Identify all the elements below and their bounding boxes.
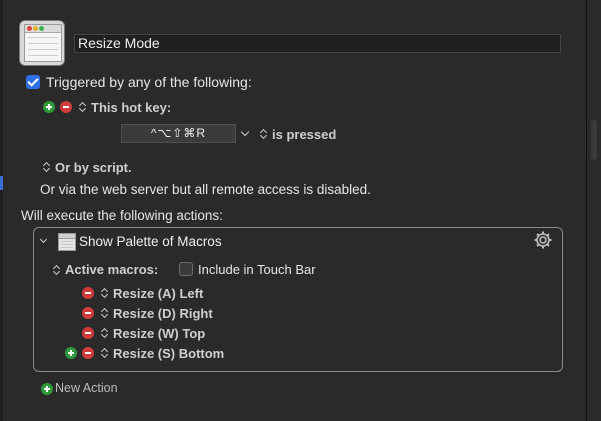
hotkey-chevron-down-icon[interactable] bbox=[241, 129, 249, 137]
action-title: Show Palette of Macros bbox=[79, 234, 222, 249]
macro-updown-icon[interactable] bbox=[101, 327, 109, 339]
new-action-button[interactable]: New Action bbox=[55, 381, 118, 395]
scrollbar-track[interactable] bbox=[586, 0, 601, 421]
webserver-note: Or via the web server but all remote acc… bbox=[40, 182, 371, 197]
triggered-checkbox[interactable] bbox=[26, 75, 40, 89]
active-macros-label[interactable]: Active macros: bbox=[65, 262, 158, 277]
macro-item[interactable]: Resize (A) Left bbox=[113, 286, 203, 301]
macro-updown-icon[interactable] bbox=[101, 347, 109, 359]
macro-icon[interactable] bbox=[19, 20, 65, 66]
touchbar-label: Include in Touch Bar bbox=[198, 262, 316, 277]
window-icon bbox=[24, 24, 62, 62]
triggered-label: Triggered by any of the following: bbox=[46, 74, 252, 90]
script-trigger-label[interactable]: Or by script. bbox=[55, 160, 132, 175]
add-trigger-plus-icon[interactable] bbox=[43, 101, 55, 113]
new-action-plus-icon[interactable] bbox=[41, 383, 53, 395]
selection-indicator bbox=[0, 176, 3, 190]
scrollbar-thumb[interactable] bbox=[591, 120, 597, 160]
hotkey-condition-label[interactable]: is pressed bbox=[272, 127, 336, 142]
gear-icon[interactable] bbox=[534, 231, 552, 249]
touchbar-checkbox[interactable] bbox=[179, 262, 193, 276]
palette-icon bbox=[58, 233, 76, 251]
macro-item[interactable]: Resize (W) Top bbox=[113, 326, 205, 341]
macro-name-field[interactable]: Resize Mode bbox=[74, 34, 561, 53]
script-trigger-updown-icon[interactable] bbox=[43, 161, 51, 173]
left-edge-strip bbox=[0, 0, 3, 421]
hotkey-trigger-label[interactable]: This hot key: bbox=[91, 100, 171, 115]
add-macro-plus-icon[interactable] bbox=[65, 347, 77, 359]
collapse-chevron-down-icon[interactable] bbox=[41, 237, 49, 245]
macro-item[interactable]: Resize (D) Right bbox=[113, 306, 213, 321]
macro-item[interactable]: Resize (S) Bottom bbox=[113, 346, 224, 361]
remove-macro-minus-icon[interactable] bbox=[82, 327, 94, 339]
macro-updown-icon[interactable] bbox=[101, 307, 109, 319]
macro-updown-icon[interactable] bbox=[101, 287, 109, 299]
remove-macro-minus-icon[interactable] bbox=[82, 347, 94, 359]
remove-macro-minus-icon[interactable] bbox=[82, 307, 94, 319]
active-macros-updown-icon[interactable] bbox=[53, 264, 61, 276]
hotkey-condition-updown-icon[interactable] bbox=[260, 128, 268, 140]
hotkey-field[interactable]: ^⌥⇧⌘R bbox=[121, 124, 236, 143]
remove-macro-minus-icon[interactable] bbox=[82, 287, 94, 299]
actions-header: Will execute the following actions: bbox=[21, 208, 223, 223]
trigger-type-updown-icon[interactable] bbox=[79, 101, 87, 113]
remove-trigger-minus-icon[interactable] bbox=[60, 101, 72, 113]
